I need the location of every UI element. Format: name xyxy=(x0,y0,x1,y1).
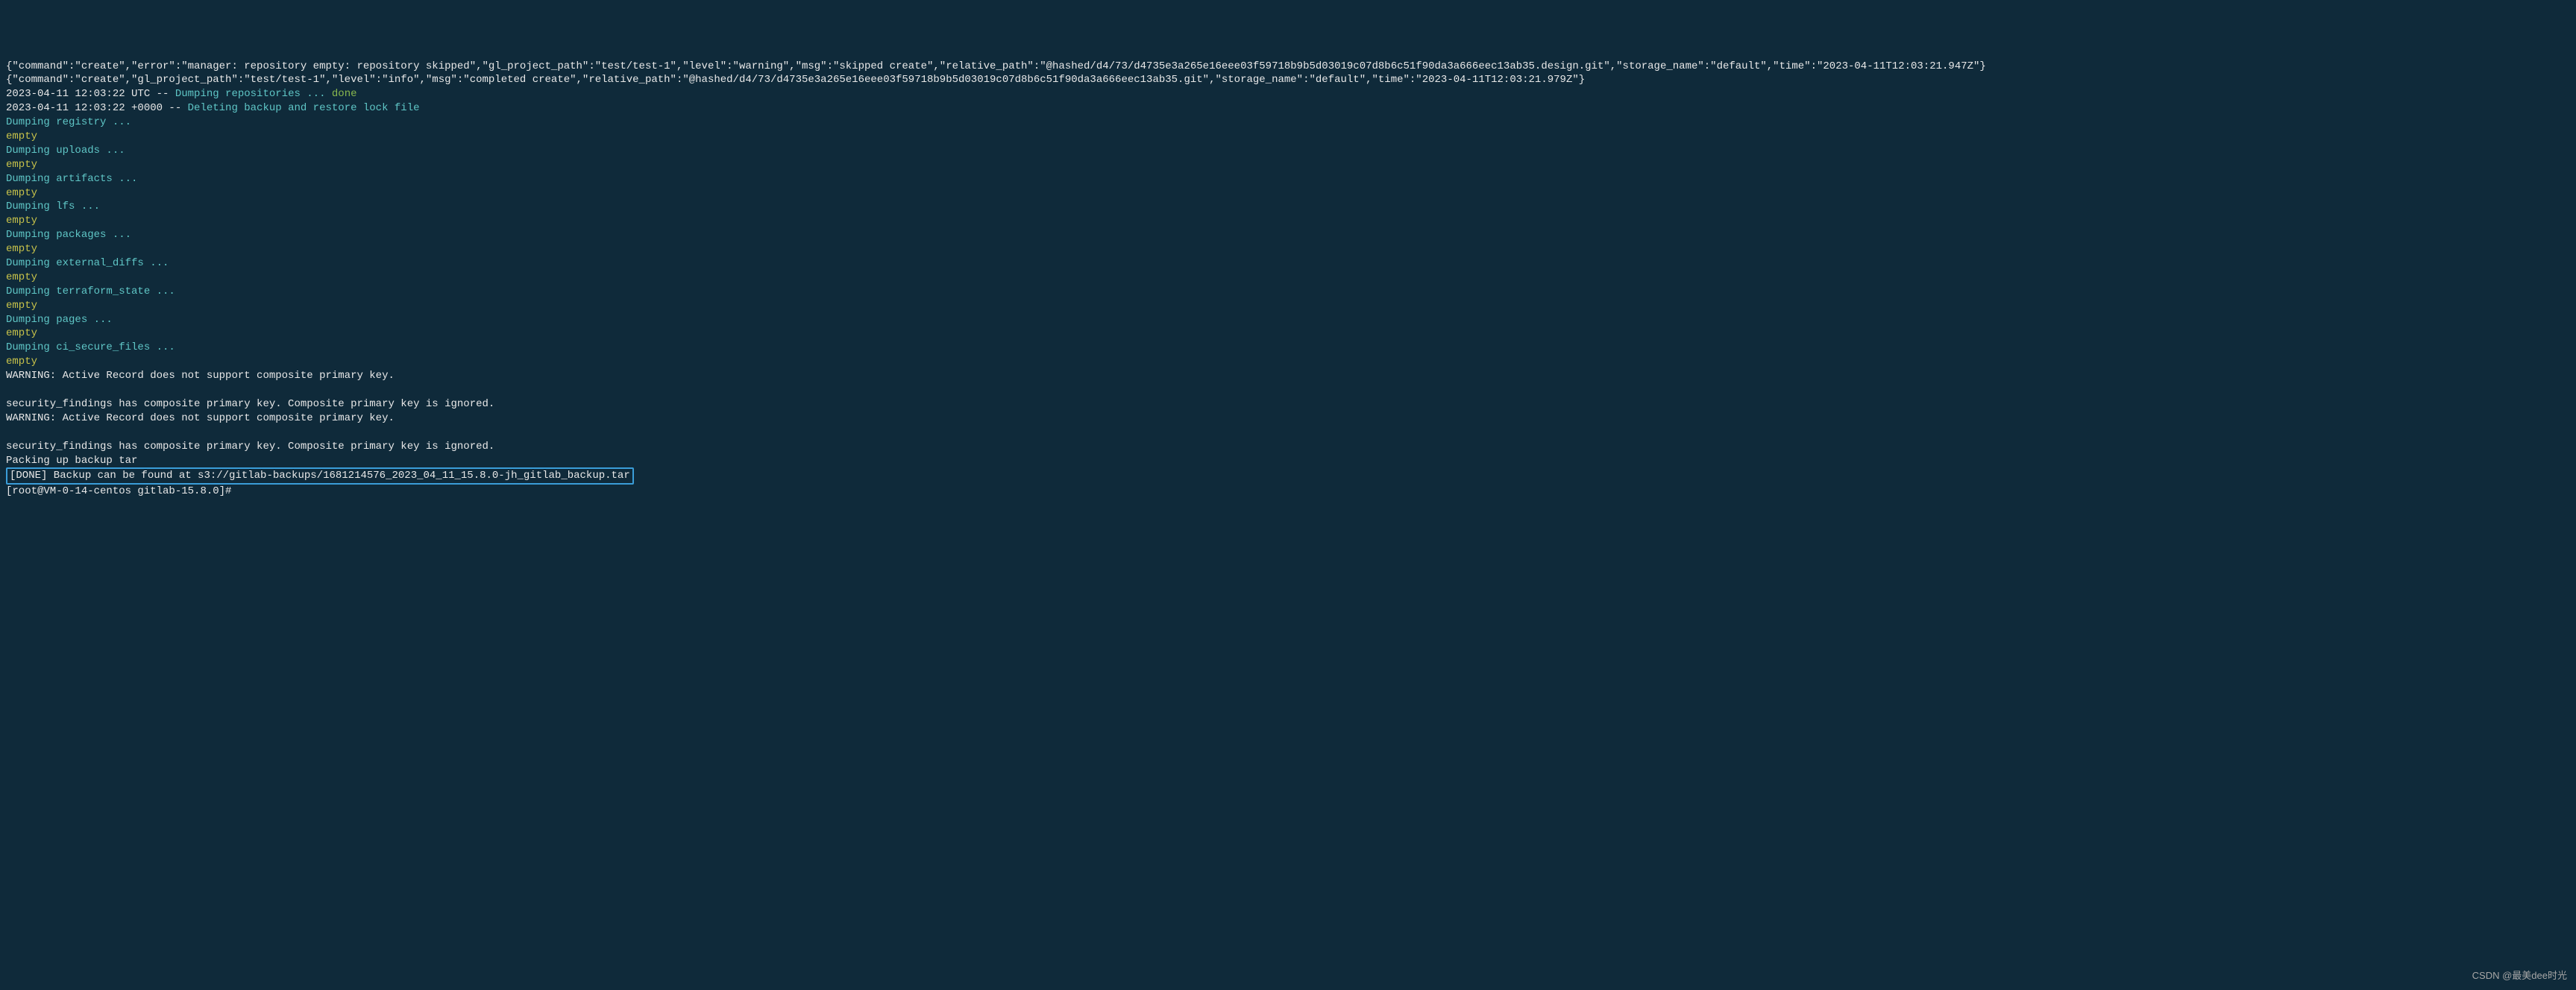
empty-line: empty xyxy=(6,300,37,312)
json-log-line-2: {"command":"create","gl_project_path":"t… xyxy=(6,74,1585,86)
empty-line: empty xyxy=(6,215,37,227)
done-highlighted-line: [DONE] Backup can be found at s3://gitla… xyxy=(6,467,634,485)
empty-line: empty xyxy=(6,159,37,171)
empty-line: empty xyxy=(6,187,37,199)
dump-ci-secure-files-line: Dumping ci_secure_files ... xyxy=(6,341,175,353)
packing-line: Packing up backup tar xyxy=(6,455,137,467)
warning-line: security_findings has composite primary … xyxy=(6,398,494,410)
json-log-line-1: {"command":"create","error":"manager: re… xyxy=(6,60,1986,72)
dump-lfs-line: Dumping lfs ... xyxy=(6,201,100,212)
empty-line: empty xyxy=(6,130,37,142)
dump-artifacts-line: Dumping artifacts ... xyxy=(6,173,137,185)
timestamp-line-2: 2023-04-11 12:03:22 +0000 -- Deleting ba… xyxy=(6,102,420,114)
empty-line: empty xyxy=(6,271,37,283)
warning-line: WARNING: Active Record does not support … xyxy=(6,370,395,382)
dump-packages-line: Dumping packages ... xyxy=(6,229,131,241)
dump-uploads-line: Dumping uploads ... xyxy=(6,145,125,157)
empty-line: empty xyxy=(6,243,37,255)
watermark-text: CSDN @最美dee时光 xyxy=(2472,969,2567,983)
dump-external-diffs-line: Dumping external_diffs ... xyxy=(6,257,169,269)
terminal-output[interactable]: {"command":"create","error":"manager: re… xyxy=(6,60,2570,499)
warning-line: security_findings has composite primary … xyxy=(6,441,494,453)
empty-line: empty xyxy=(6,356,37,368)
warning-line: WARNING: Active Record does not support … xyxy=(6,412,395,424)
shell-prompt[interactable]: [root@VM-0-14-centos gitlab-15.8.0]# xyxy=(6,485,231,497)
dump-pages-line: Dumping pages ... xyxy=(6,314,113,326)
timestamp-line-1: 2023-04-11 12:03:22 UTC -- Dumping repos… xyxy=(6,88,357,100)
empty-line: empty xyxy=(6,327,37,339)
dump-terraform-state-line: Dumping terraform_state ... xyxy=(6,286,175,297)
dump-registry-line: Dumping registry ... xyxy=(6,116,131,128)
